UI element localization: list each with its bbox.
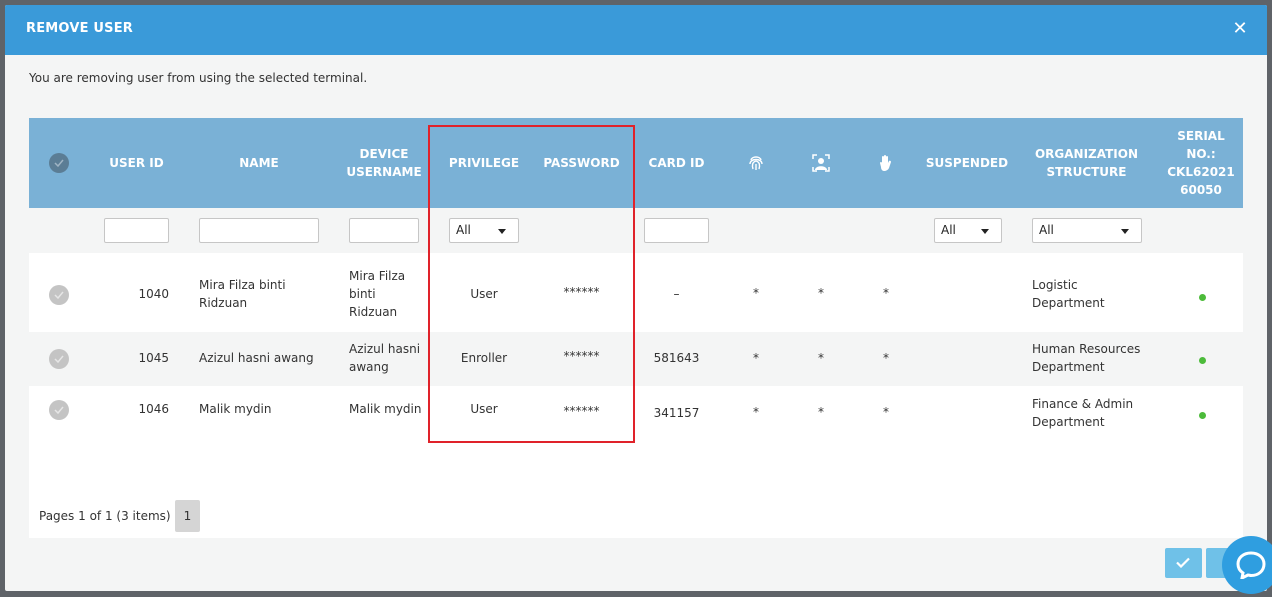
- filter-organization-value: All: [1039, 223, 1054, 237]
- row-checkbox[interactable]: [49, 285, 69, 305]
- fingerprint-cell: *: [753, 351, 759, 365]
- user-id-cell: 1046: [138, 402, 169, 416]
- status-dot-icon: [1199, 357, 1206, 364]
- filter-user-id-input[interactable]: [104, 218, 169, 243]
- select-all-icon: [49, 153, 69, 173]
- name-cell: Azizul hasni awang: [199, 351, 314, 365]
- face-scan-icon[interactable]: [806, 118, 836, 208]
- palm-cell: *: [883, 351, 889, 365]
- user-id-cell: 1045: [138, 351, 169, 365]
- filter-suspended-value: All: [941, 223, 956, 237]
- col-serial-no[interactable]: SERIAL NO.: CKL62021 60050: [1167, 118, 1235, 208]
- organization-cell: Logistic Department: [1032, 278, 1105, 310]
- organization-cell: Human Resources Department: [1032, 342, 1141, 374]
- modal-title: REMOVE USER: [26, 21, 134, 36]
- col-password[interactable]: PASSWORD: [539, 118, 624, 208]
- table-header: USER ID NAME DEVICE USERNAME PRIVILEGE P…: [29, 118, 1243, 208]
- chevron-down-icon: [498, 229, 506, 234]
- filter-row: All All All: [29, 208, 1243, 253]
- filter-device-username-input[interactable]: [349, 218, 419, 243]
- filter-privilege-value: All: [456, 223, 471, 237]
- face-cell: *: [818, 286, 824, 300]
- table-row[interactable]: 1040 Mira Filza binti Ridzuan Mira Filza…: [29, 258, 1243, 332]
- filter-organization-select[interactable]: All: [1032, 218, 1142, 243]
- privilege-cell: Enroller: [460, 351, 508, 365]
- col-card-id[interactable]: CARD ID: [639, 118, 714, 208]
- password-cell: ******: [563, 285, 600, 299]
- card-id-cell: 341157: [653, 406, 700, 420]
- chat-widget-button[interactable]: [1222, 536, 1272, 594]
- filter-suspended-select[interactable]: All: [934, 218, 1002, 243]
- col-privilege[interactable]: PRIVILEGE: [444, 118, 524, 208]
- select-all-checkbox[interactable]: [49, 118, 69, 208]
- chevron-down-icon: [981, 229, 989, 234]
- intro-text: You are removing user from using the sel…: [29, 71, 368, 85]
- password-cell: ******: [563, 404, 600, 418]
- card-id-cell: 581643: [653, 351, 700, 365]
- card-id-cell: –: [673, 287, 680, 301]
- table-row[interactable]: 1046 Malik mydin Malik mydin User ******…: [29, 386, 1243, 440]
- pager-summary: Pages 1 of 1 (3 items): [39, 509, 171, 523]
- serial-line-1: SERIAL: [1177, 129, 1225, 143]
- organization-cell: Finance & Admin Department: [1032, 397, 1134, 429]
- fingerprint-cell: *: [753, 286, 759, 300]
- filter-name-input[interactable]: [199, 218, 319, 243]
- palm-cell: *: [883, 286, 889, 300]
- filter-privilege-select[interactable]: All: [449, 218, 519, 243]
- close-button[interactable]: ✕: [1229, 18, 1251, 40]
- col-device-username[interactable]: DEVICE USERNAME: [344, 118, 424, 208]
- col-organization-structure[interactable]: ORGANIZATION STRUCTURE: [1029, 118, 1144, 208]
- status-dot-icon: [1199, 294, 1206, 301]
- col-name[interactable]: NAME: [199, 118, 319, 208]
- device-username-cell: Mira Filza binti Ridzuan: [349, 269, 406, 319]
- modal-header: REMOVE USER ✕: [5, 5, 1267, 55]
- name-cell: Malik mydin: [199, 402, 272, 416]
- palm-cell: *: [883, 405, 889, 419]
- row-checkbox[interactable]: [49, 400, 69, 420]
- chat-bubble-icon: [1236, 551, 1266, 579]
- palm-icon[interactable]: [871, 118, 901, 208]
- serial-line-3: CKL62021: [1167, 165, 1235, 179]
- users-grid: USER ID NAME DEVICE USERNAME PRIVILEGE P…: [29, 118, 1243, 538]
- password-cell: ******: [563, 349, 600, 363]
- name-cell: Mira Filza binti Ridzuan: [199, 278, 286, 310]
- fingerprint-cell: *: [753, 405, 759, 419]
- privilege-cell: User: [470, 402, 498, 416]
- row-checkbox[interactable]: [49, 349, 69, 369]
- status-dot-icon: [1199, 412, 1206, 419]
- confirm-button[interactable]: [1165, 548, 1202, 578]
- face-cell: *: [818, 351, 824, 365]
- chevron-down-icon: [1121, 229, 1129, 234]
- filter-card-id-input[interactable]: [644, 218, 709, 243]
- privilege-cell: User: [470, 287, 498, 301]
- user-id-cell: 1040: [138, 287, 169, 301]
- page-button-1[interactable]: 1: [175, 500, 200, 532]
- table-row[interactable]: 1045 Azizul hasni awang Azizul hasni awa…: [29, 332, 1243, 386]
- device-username-cell: Azizul hasni awang: [349, 342, 421, 374]
- col-suspended[interactable]: SUSPENDED: [926, 118, 1008, 208]
- face-cell: *: [818, 405, 824, 419]
- serial-line-4: 60050: [1180, 183, 1222, 197]
- device-username-cell: Malik mydin: [349, 402, 422, 416]
- remove-user-modal: REMOVE USER ✕ You are removing user from…: [5, 5, 1267, 591]
- fingerprint-icon[interactable]: [741, 118, 771, 208]
- col-user-id[interactable]: USER ID: [99, 118, 174, 208]
- serial-line-2: NO.:: [1186, 147, 1216, 161]
